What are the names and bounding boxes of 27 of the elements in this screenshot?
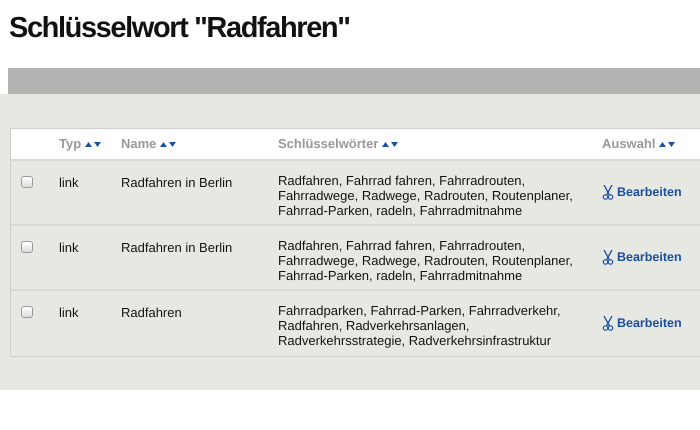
column-header[interactable]: Name	[121, 134, 156, 154]
type-cell: link	[59, 305, 79, 320]
row-checkbox[interactable]	[21, 306, 33, 318]
column-header[interactable]: Typ	[59, 134, 82, 154]
name-cell: Radfahren	[121, 305, 182, 320]
sort-icon[interactable]	[659, 141, 676, 147]
page-title: Schlüsselwort "Radfahren"	[8, 11, 351, 46]
scissors-icon	[602, 185, 614, 200]
type-cell: link	[59, 240, 79, 255]
keywords-cell-text: Radfahren, Fahrrad fahren, Fahrradrouten, Fahrradwege, Radwege, Radrouten, Routenplaner, Fahrrad-Parken, radeln, Fahrradmitnahme	[278, 173, 574, 218]
scissors-icon	[602, 250, 614, 265]
edit-link[interactable]: Bearbeiten	[602, 314, 682, 333]
edit-link[interactable]: Bearbeiten	[602, 183, 682, 202]
name-cell: Radfahren in Berlin	[121, 175, 232, 190]
column-header[interactable]: Schlüsselwörter	[278, 134, 378, 154]
keywords-cell-text: Fahrradparken, Fahrrad-Parken, Fahrradverkehr, Radfahren, Radverkehrsanlagen, Radverkehrsstrategie, Radverkehrsinfrastruktur	[278, 303, 562, 348]
row-checkbox[interactable]	[21, 176, 33, 188]
type-cell: link	[59, 175, 79, 190]
sort-icon[interactable]	[85, 141, 102, 147]
edit-link[interactable]: Bearbeiten	[602, 248, 682, 267]
sort-icon[interactable]	[160, 141, 176, 147]
column-header[interactable]: Auswahl	[602, 134, 656, 154]
scissors-icon	[602, 316, 614, 331]
row-checkbox[interactable]	[21, 241, 33, 253]
keywords-cell-text: Radfahren, Fahrrad fahren, Fahrradrouten, Fahrradwege, Radwege, Radrouten, Routenplaner, Fahrrad-Parken, radeln, Fahrradmitnahme	[278, 238, 574, 283]
sort-icon[interactable]	[382, 141, 398, 147]
name-cell: Radfahren in Berlin	[121, 240, 232, 255]
